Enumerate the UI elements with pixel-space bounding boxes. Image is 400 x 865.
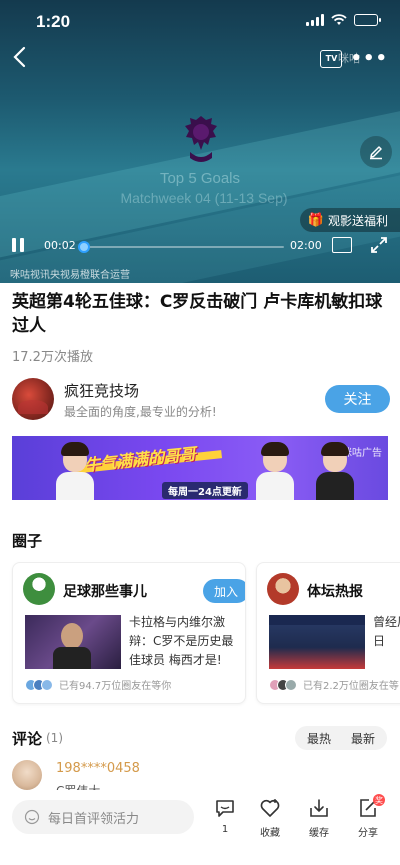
cast-tv-button[interactable]: TV <box>320 49 343 68</box>
progress-bar[interactable] <box>78 241 284 253</box>
fullscreen-icon[interactable] <box>370 236 388 254</box>
ad-person-image <box>252 442 298 500</box>
video-overlay-subtitle: Matchweek 04 (11-13 Sep) <box>120 190 288 206</box>
pause-button[interactable] <box>12 238 28 254</box>
circle-name: 体坛热报 <box>307 584 363 600</box>
sort-new-tab[interactable]: 最新 <box>341 728 385 748</box>
collect-label: 收藏 <box>260 828 280 839</box>
video-overlay-title: Top 5 Goals <box>159 170 241 187</box>
status-icons <box>306 14 381 26</box>
progress-knob[interactable] <box>78 241 91 253</box>
status-time: 1:20 <box>36 12 71 31</box>
circle-avatar <box>267 573 299 605</box>
comment-input-placeholder: 每日首评领活力 <box>48 811 140 827</box>
gift-icon: 🎁 <box>307 212 324 228</box>
comments-title: 评论 <box>12 730 43 748</box>
circle-avatar <box>23 573 55 605</box>
circle-card[interactable]: 体坛热报 曾经风 国足抗 足vs日 已有2.2万位圈友在等 <box>256 562 400 704</box>
circle-member-count: 已有94.7万位圈友在等你 <box>59 681 172 692</box>
share-label: 分享 <box>358 828 378 839</box>
player-controls: 00:02 02:00 <box>0 236 400 258</box>
circle-post-text[interactable]: 曾经风 国足抗 足vs日 <box>373 613 400 651</box>
cache-button[interactable]: 缓存 <box>299 796 339 842</box>
comment-icon <box>216 800 234 817</box>
chevron-left-icon <box>13 46 26 68</box>
pencil-icon <box>370 146 382 160</box>
commenter-avatar[interactable] <box>12 760 42 790</box>
join-circle-button[interactable]: 加入 <box>203 579 245 603</box>
heart-plus-icon <box>260 799 280 817</box>
circle-member-count: 已有2.2万位圈友在等 <box>303 681 399 692</box>
circle-members: 已有2.2万位圈友在等 <box>269 677 399 692</box>
commenter-name[interactable]: 198****0458 <box>56 761 140 776</box>
promo-label: 观影送福利 <box>327 213 388 228</box>
video-player[interactable]: 1:20 咪咕 TV ••• Top 5 Goals Matchweek 04 … <box>0 0 400 283</box>
video-detail-page: 1:20 咪咕 TV ••• Top 5 Goals Matchweek 04 … <box>0 0 400 865</box>
danmaku-edit-button[interactable] <box>360 136 392 168</box>
current-time: 00:02 <box>44 239 76 252</box>
more-options-icon[interactable]: ••• <box>350 48 388 69</box>
share-button[interactable]: 奖 分享 <box>348 794 388 842</box>
wifi-icon <box>331 14 347 25</box>
comments-count: (1) <box>46 731 63 745</box>
operator-credit: 咪咕视讯央视易橙联合运营 <box>10 270 130 281</box>
comment-smile-icon <box>24 809 40 825</box>
circle-name: 足球那些事儿 <box>63 584 147 600</box>
play-count: 17.2万次播放 <box>12 350 93 365</box>
promo-pill[interactable]: 🎁 观影送福利 <box>299 208 400 232</box>
share-reward-badge: 奖 <box>373 794 385 806</box>
picture-in-picture-icon[interactable] <box>332 237 352 253</box>
comments-button[interactable]: 1 <box>205 796 245 842</box>
video-headline: 英超第4轮五佳球：C罗反击破门 卢卡库机敏扣球过人 <box>12 292 383 336</box>
circle-members: 已有94.7万位圈友在等你 <box>25 677 171 692</box>
comment-input[interactable]: 每日首评领活力 <box>12 800 194 834</box>
bottom-action-bar: 每日首评领活力 1 收藏 缓存 奖 分享 <box>0 790 400 865</box>
author-name[interactable]: 疯狂竞技场 <box>64 380 139 401</box>
collect-button[interactable]: 收藏 <box>250 796 290 842</box>
author-description: 最全面的角度,最专业的分析! <box>64 405 217 419</box>
circle-card[interactable]: 足球那些事儿 加入 卡拉格与内维尔激辩：C罗不是历史最佳球员 梅西才是! 已有9… <box>12 562 246 704</box>
comment-sort-toggle: 最热 最新 <box>295 726 387 750</box>
follow-button[interactable]: 关注 <box>325 385 390 413</box>
circle-post-thumbnail <box>269 615 365 669</box>
author-avatar[interactable] <box>12 378 54 420</box>
comments-count-label: 1 <box>221 824 229 835</box>
back-button[interactable] <box>12 46 32 70</box>
video-top-actions: TV ••• <box>320 48 388 69</box>
total-time: 02:00 <box>290 239 322 252</box>
cache-label: 缓存 <box>309 828 329 839</box>
signal-icon <box>306 14 324 26</box>
status-bar: 1:20 <box>0 0 400 44</box>
ad-slogan: 牛气满满的哥哥 <box>83 444 197 475</box>
circle-post-text[interactable]: 卡拉格与内维尔激辩：C罗不是历史最佳球员 梅西才是! <box>129 613 237 670</box>
ad-person-image <box>52 442 98 500</box>
ad-banner[interactable]: 牛气满满的哥哥 每周一24点更新 咪咕广告 <box>12 436 388 500</box>
ad-subtitle: 每周一24点更新 <box>162 482 248 499</box>
premier-league-logo-icon <box>185 116 217 162</box>
circle-post-thumbnail <box>25 615 121 669</box>
sort-hot-tab[interactable]: 最热 <box>297 728 341 748</box>
battery-icon <box>354 14 381 26</box>
download-icon <box>310 799 328 817</box>
circles-section-title: 圈子 <box>12 532 43 550</box>
member-avatars <box>269 678 297 691</box>
ad-person-image <box>312 442 358 500</box>
member-avatars <box>25 678 53 691</box>
